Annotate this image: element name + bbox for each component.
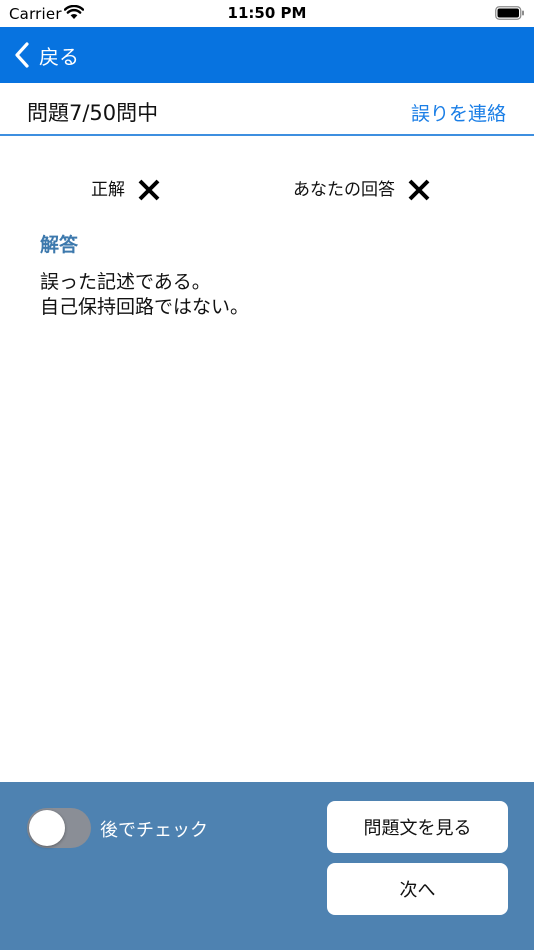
view-question-button[interactable]: 問題文を見る <box>327 801 508 853</box>
x-icon <box>138 179 160 201</box>
correct-answer-result: 正解 <box>91 170 161 204</box>
check-later-label: 後でチェック <box>100 820 208 841</box>
question-header: 問題7/50問中 誤りを連絡 <box>0 83 534 136</box>
answer-explanation: 誤った記述である。 自己保持回路ではない。 <box>40 271 250 318</box>
x-icon <box>408 179 430 201</box>
navigation-bar: 戻る <box>0 27 534 83</box>
report-error-link[interactable]: 誤りを連絡 <box>411 99 506 126</box>
check-later-toggle[interactable] <box>27 808 91 848</box>
chevron-left-icon <box>15 42 29 68</box>
battery-icon <box>495 6 524 20</box>
answer-heading: 解答 <box>40 234 79 256</box>
back-label: 戻る <box>39 44 79 69</box>
correct-label: 正解 <box>91 179 125 200</box>
next-button[interactable]: 次へ <box>327 863 508 915</box>
clock: 11:50 PM <box>227 4 307 22</box>
footer-toolbar: 後でチェック 問題文を見る 次へ <box>0 782 534 950</box>
your-answer-result: あなたの回答 <box>293 170 431 204</box>
your-answer-label: あなたの回答 <box>293 179 395 200</box>
status-bar: Carrier 11:50 PM <box>0 0 534 27</box>
question-counter: 問題7/50問中 <box>27 101 159 125</box>
toggle-knob <box>29 810 65 846</box>
back-button[interactable]: 戻る <box>14 38 79 72</box>
